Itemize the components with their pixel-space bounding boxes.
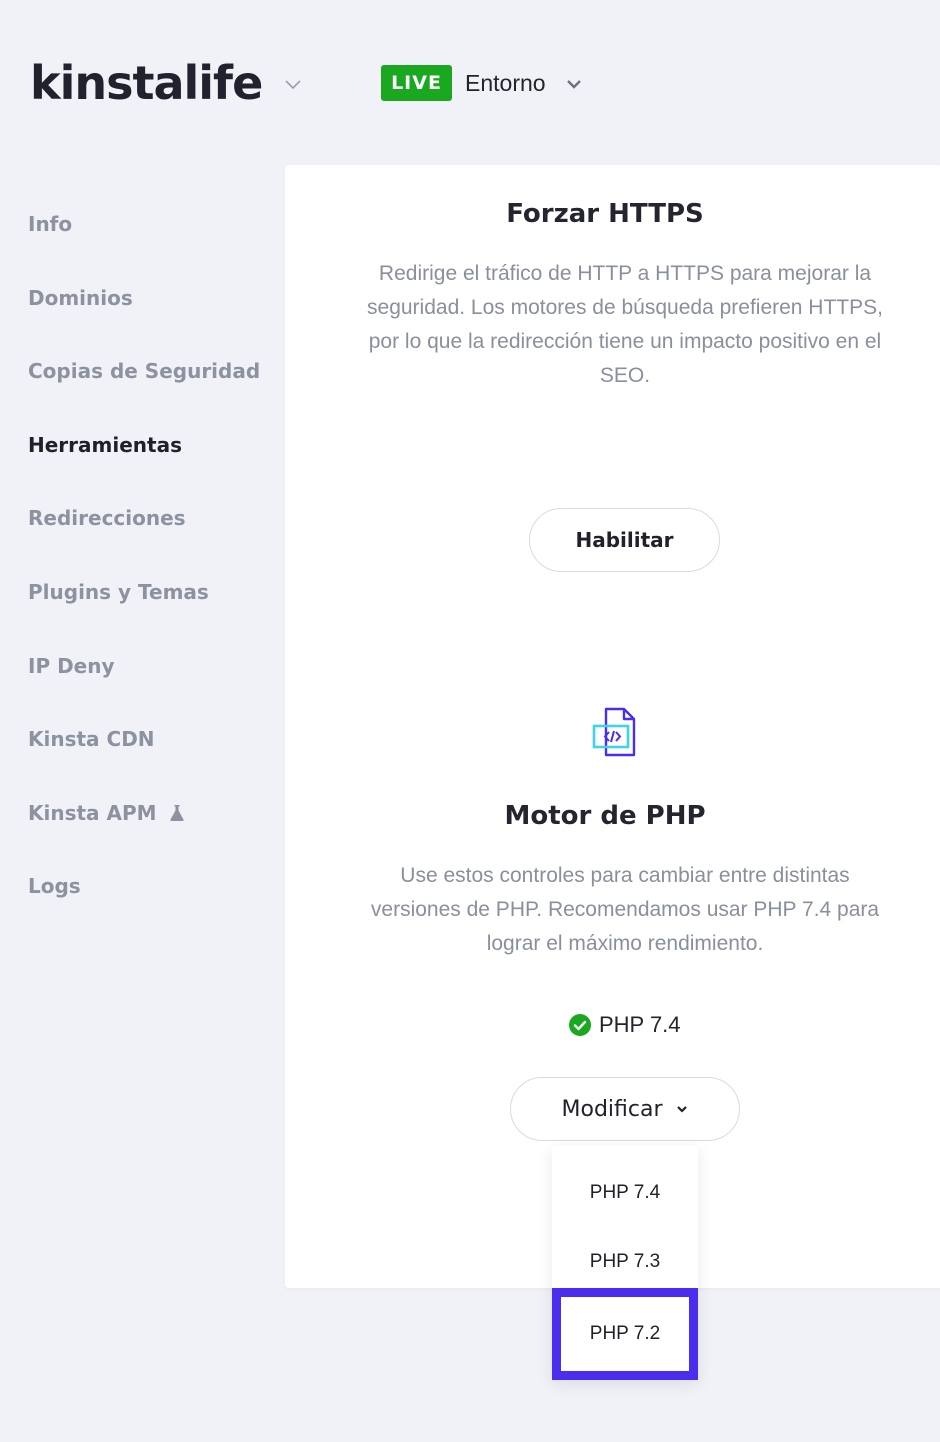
sidebar-item-herramientas[interactable]: Herramientas [28, 433, 182, 457]
dropdown-option-php-7-3[interactable]: PHP 7.3 [552, 1228, 698, 1296]
site-selector-chevron-icon[interactable] [283, 74, 303, 94]
sidebar-item-label: Herramientas [28, 433, 182, 457]
environment-selector[interactable]: Entorno [465, 70, 546, 97]
environment-chevron-down-icon[interactable] [565, 75, 583, 93]
sidebar-item-redirecciones[interactable]: Redirecciones [28, 506, 186, 530]
flask-icon [169, 805, 184, 821]
sidebar-item-copias-de-seguridad[interactable]: Copias de Seguridad [28, 359, 260, 383]
php-version-dropdown: PHP 7.4 PHP 7.3 PHP 7.2 [552, 1146, 698, 1380]
php-section-description: Use estos controles para cambiar entre d… [370, 864, 880, 955]
sidebar-item-label: IP Deny [28, 654, 115, 678]
sidebar-item-label: Kinsta CDN [28, 727, 155, 751]
modify-php-button[interactable]: Modificar [510, 1077, 740, 1141]
sidebar-item-info[interactable]: Info [28, 212, 72, 236]
sidebar-item-label: Redirecciones [28, 506, 186, 530]
sidebar-item-dominios[interactable]: Dominios [28, 286, 133, 310]
sidebar-item-kinsta-cdn[interactable]: Kinsta CDN [28, 727, 155, 751]
current-php-version: PHP 7.4 [569, 1012, 681, 1038]
sidebar-item-label: Logs [28, 874, 81, 898]
chevron-down-icon [676, 1106, 687, 1113]
sidebar-item-label: Copias de Seguridad [28, 359, 261, 383]
site-logo: kinstalife [30, 56, 263, 110]
sidebar-item-label: Plugins y Temas [28, 580, 209, 604]
php-code-file-icon [592, 707, 636, 757]
dropdown-option-php-7-2[interactable]: PHP 7.2 [552, 1288, 698, 1380]
https-section-title: Forzar HTTPS [506, 199, 704, 229]
sidebar-item-ip-deny[interactable]: IP Deny [28, 654, 115, 678]
sidebar-item-label: Dominios [28, 286, 133, 310]
https-section-description: Redirige el tráfico de HTTP a HTTPS para… [367, 262, 883, 387]
dropdown-option-php-7-4[interactable]: PHP 7.4 [552, 1159, 698, 1227]
modify-php-button-label: Modificar [561, 1096, 663, 1122]
enable-https-button-label: Habilitar [575, 528, 674, 552]
sidebar-item-label: Kinsta APM [28, 801, 157, 825]
page: kinstalife LIVE Entorno Info Dominios Co… [0, 0, 940, 1442]
enable-https-button[interactable]: Habilitar [529, 508, 720, 572]
check-circle-icon [569, 1014, 591, 1036]
sidebar-item-label: Info [28, 212, 73, 236]
sidebar-item-logs[interactable]: Logs [28, 874, 81, 898]
live-badge: LIVE [381, 65, 452, 101]
sidebar-item-plugins-y-temas[interactable]: Plugins y Temas [28, 580, 209, 604]
current-php-version-label: PHP 7.4 [599, 1012, 681, 1037]
sidebar-item-kinsta-apm[interactable]: Kinsta APM [28, 801, 185, 825]
php-section-title: Motor de PHP [504, 801, 706, 831]
